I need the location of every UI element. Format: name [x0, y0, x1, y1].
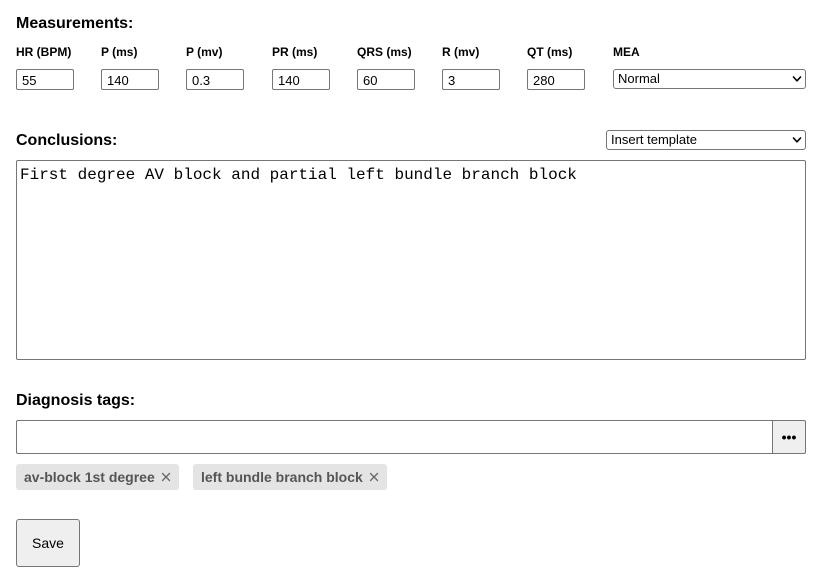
tag-label: av-block 1st degree [24, 469, 155, 485]
diagnosis-tag-input[interactable] [16, 420, 773, 454]
close-icon[interactable] [161, 472, 171, 482]
mea-select[interactable]: Normal [613, 69, 806, 89]
insert-template-value: Insert template [611, 132, 697, 147]
close-icon[interactable] [369, 472, 379, 482]
p-mv-label: P (mv) [186, 45, 223, 59]
measurements-title: Measurements: [16, 15, 134, 32]
chevron-down-icon [792, 76, 802, 82]
pr-label: PR (ms) [272, 45, 318, 59]
conclusions-textarea[interactable]: First degree AV block and partial left b… [16, 160, 806, 360]
r-mv-input[interactable] [442, 69, 500, 90]
p-ms-label: P (ms) [101, 45, 138, 59]
insert-template-select[interactable]: Insert template [606, 130, 806, 150]
conclusions-title: Conclusions: [16, 132, 118, 149]
tag-chip: av-block 1st degree [16, 464, 179, 490]
qrs-label: QRS (ms) [357, 45, 412, 59]
mea-label: MEA [613, 45, 640, 59]
diagnosis-tags-title: Diagnosis tags: [16, 392, 136, 409]
tag-label: left bundle branch block [201, 469, 363, 485]
qt-label: QT (ms) [527, 45, 573, 59]
p-mv-input[interactable] [186, 69, 244, 90]
save-button[interactable]: Save [16, 519, 80, 567]
pr-input[interactable] [272, 69, 330, 90]
mea-select-value: Normal [618, 71, 660, 86]
r-mv-label: R (mv) [442, 45, 480, 59]
qrs-input[interactable] [357, 69, 415, 90]
hr-label: HR (BPM) [16, 45, 72, 59]
tag-chip: left bundle branch block [193, 464, 387, 490]
p-ms-input[interactable] [101, 69, 159, 90]
hr-input[interactable] [16, 69, 74, 90]
more-options-button[interactable]: ••• [772, 420, 806, 454]
qt-input[interactable] [527, 69, 585, 90]
chevron-down-icon [792, 137, 802, 143]
